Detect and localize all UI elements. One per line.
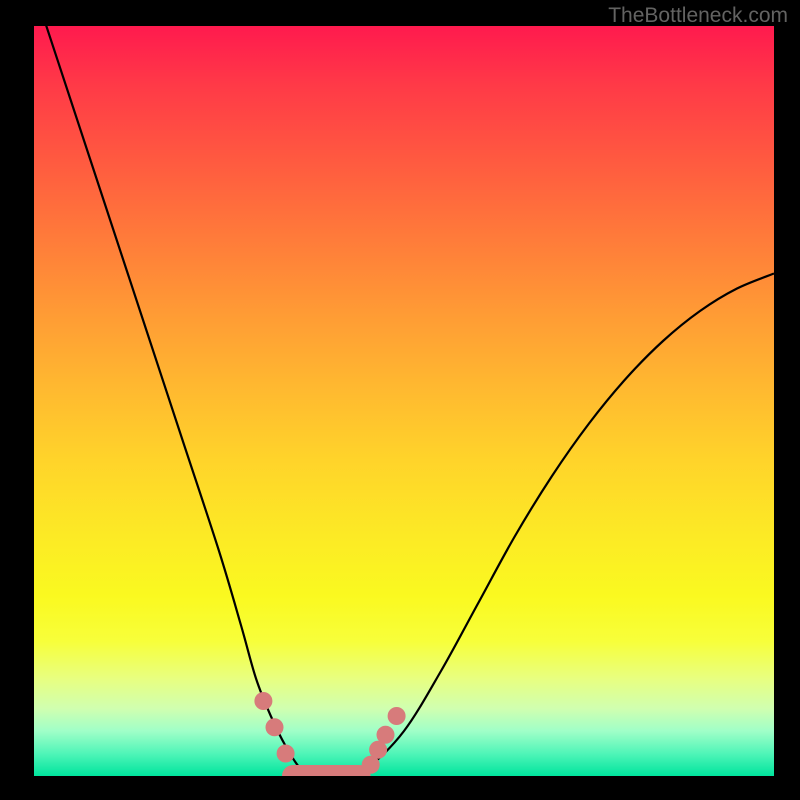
marker-dot — [277, 745, 295, 763]
marker-dot — [266, 718, 284, 736]
watermark-text: TheBottleneck.com — [608, 4, 788, 28]
markers-group — [254, 692, 405, 776]
bottleneck-curve — [34, 26, 774, 776]
curve-svg — [34, 26, 774, 776]
marker-dot — [254, 692, 272, 710]
marker-dot — [388, 707, 406, 725]
chart-plot-area — [34, 26, 774, 776]
marker-dot — [377, 726, 395, 744]
